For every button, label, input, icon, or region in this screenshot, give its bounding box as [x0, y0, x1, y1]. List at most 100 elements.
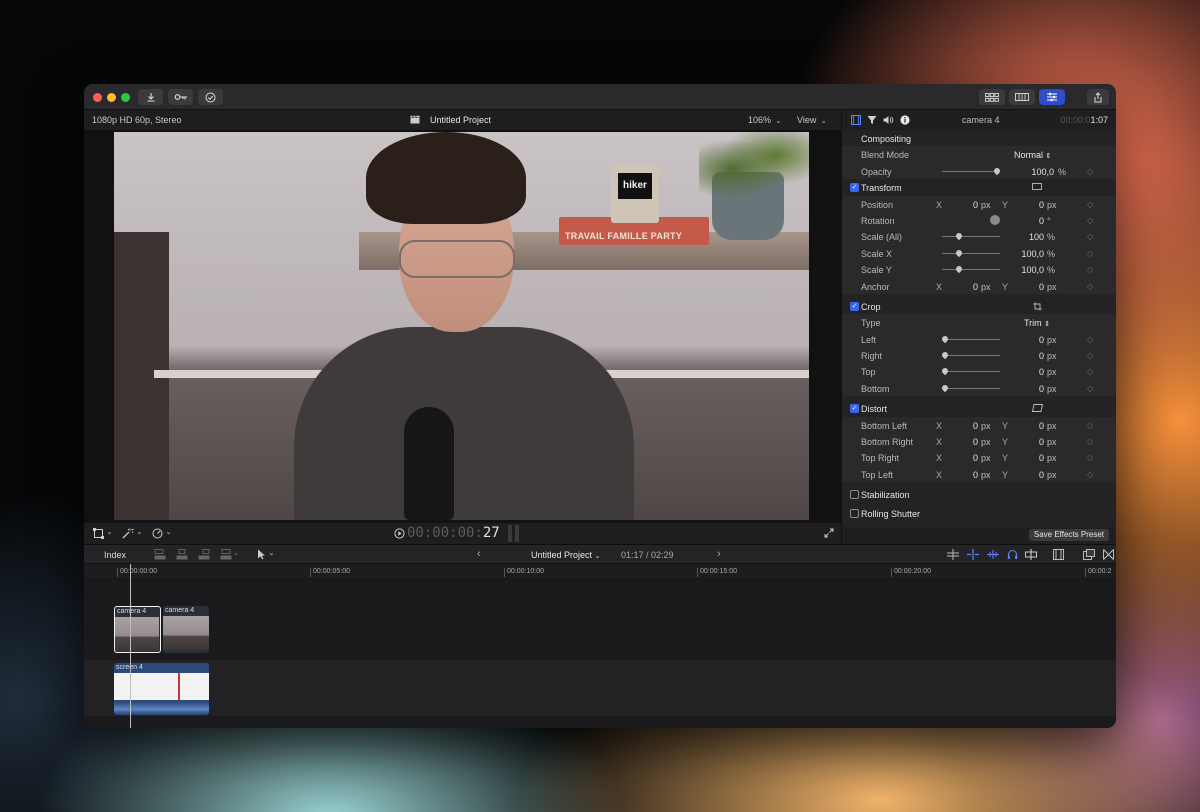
rolling-shutter-checkbox[interactable] [850, 508, 859, 518]
share-icon [1094, 91, 1102, 102]
playhead[interactable] [130, 564, 131, 728]
overwrite-clip-icon[interactable] [220, 549, 232, 560]
stabilization-section[interactable]: Stabilization [842, 486, 1116, 503]
solo-icon[interactable] [987, 549, 999, 560]
rotation-dial[interactable] [990, 214, 1000, 225]
blend-mode-popup[interactable]: Normal ⇕ [1014, 150, 1051, 160]
headphones-icon[interactable] [1007, 549, 1018, 560]
insert-clip-icon[interactable] [176, 549, 188, 560]
enhance-tool-button[interactable]: ⌄ [122, 528, 142, 541]
timeline-ruler[interactable]: 00:00:00:00 00:00:05:00 00:00:10:00 00:0… [84, 564, 1116, 580]
speaker-icon[interactable] [883, 115, 894, 125]
top-right-row: Top Right X 0 px Y 0 px ◇ [842, 449, 1116, 466]
keyframe-diamond-icon[interactable]: ◇ [1087, 453, 1093, 462]
zoom-button[interactable] [121, 93, 130, 102]
crop-type-popup[interactable]: Trim ⇕ [1024, 318, 1050, 328]
chevron-down-icon: ⌄ [775, 118, 782, 125]
transform-tool-button[interactable]: ⌄ [93, 528, 112, 541]
crop-section[interactable]: ✓ Crop [842, 297, 1116, 315]
transform-section[interactable]: ✓ Transform [842, 179, 1116, 196]
view-label: View [797, 115, 817, 125]
save-effects-preset-button[interactable]: Save Effects Preset [1028, 529, 1109, 541]
transform-checkbox[interactable]: ✓ [850, 183, 859, 193]
clip-appearance-icon[interactable] [1053, 549, 1064, 560]
ruler-label: 00:00:2 [1088, 568, 1112, 575]
append-clip-icon[interactable] [198, 549, 210, 560]
keyframe-diamond-icon[interactable]: ◇ [1087, 351, 1093, 360]
keyframe-diamond-icon[interactable]: ◇ [1087, 167, 1093, 176]
compositing-section[interactable]: Compositing [842, 130, 1116, 147]
keyframe-diamond-icon[interactable]: ◇ [1087, 282, 1093, 291]
keyframe-diamond-icon[interactable]: ◇ [1087, 367, 1093, 376]
scale-y-slider[interactable] [942, 264, 1000, 274]
video-inspector-icon[interactable] [851, 115, 861, 125]
stabilization-checkbox[interactable] [850, 490, 859, 500]
skimming-icon[interactable] [947, 549, 959, 560]
project-popup[interactable]: Untitled Project ⌄ [531, 550, 600, 560]
keyframe-diamond-icon[interactable]: ◇ [1087, 200, 1093, 209]
opacity-slider[interactable] [942, 166, 1002, 176]
keyframe-diamond-icon[interactable]: ◇ [1087, 437, 1093, 446]
distort-section[interactable]: ✓ Distort [842, 400, 1116, 417]
minimize-button[interactable] [107, 93, 116, 102]
scale-all-slider[interactable] [942, 232, 1000, 241]
mini-computer: hiker [611, 165, 659, 223]
audio-meter [508, 525, 520, 542]
timeline-clip[interactable]: screen 4 [114, 663, 209, 715]
play-button[interactable] [394, 528, 405, 541]
keyframe-diamond-icon[interactable]: ◇ [1087, 249, 1093, 258]
keyframe-diamond-icon[interactable]: ◇ [1087, 384, 1093, 393]
chevron-down-icon: ⌄ [268, 550, 275, 557]
inspector-duration: 00:00:01:07 [1060, 115, 1108, 125]
retime-tool-button[interactable]: ⌄ [152, 528, 171, 541]
crop-top-slider[interactable] [940, 367, 1000, 376]
keyframe-diamond-icon[interactable]: ◇ [1087, 232, 1093, 241]
timeline-clip[interactable]: camera 4 [114, 606, 161, 653]
import-button[interactable] [138, 89, 163, 105]
timeline-clip[interactable]: camera 4 [163, 606, 209, 653]
transitions-browser-icon[interactable] [1103, 549, 1114, 560]
effects-browser-icon[interactable] [1083, 549, 1095, 560]
fullscreen-button[interactable] [824, 528, 834, 540]
color-filter-icon[interactable] [867, 115, 877, 125]
keyframe-diamond-icon[interactable]: ◇ [1087, 216, 1093, 225]
zoom-dropdown[interactable]: 106% ⌄ [748, 115, 781, 125]
audio-skimming-icon[interactable] [967, 549, 979, 560]
onscreen-control-icon[interactable] [1032, 183, 1042, 191]
select-tool-button[interactable]: ⌄ [257, 549, 274, 562]
keyframe-diamond-icon[interactable]: ◇ [1087, 265, 1093, 274]
keywords-button[interactable] [168, 89, 193, 105]
timeline-toggle-button[interactable] [1009, 89, 1035, 105]
viewer[interactable]: TRAVAIL FAMILLE PARTY hiker [84, 130, 841, 522]
info-icon[interactable] [900, 115, 910, 125]
timeline[interactable]: camera 4 camera 4 screen 4 [84, 564, 1116, 728]
opacity-value[interactable]: 100,0 [1012, 167, 1054, 177]
crop-top-row: Top 0 px ◇ [842, 363, 1116, 380]
close-button[interactable] [93, 93, 102, 102]
rotation-row: Rotation 0 ° ◇ [842, 211, 1116, 229]
keyframe-diamond-icon[interactable]: ◇ [1087, 470, 1093, 479]
ruler-label: 00:00:20:00 [894, 568, 931, 575]
distort-checkbox[interactable]: ✓ [850, 404, 859, 414]
browser-toggle-button[interactable] [979, 89, 1005, 105]
keyframe-diamond-icon[interactable]: ◇ [1087, 421, 1093, 430]
view-dropdown[interactable]: View ⌄ [797, 115, 827, 125]
rolling-shutter-section[interactable]: Rolling Shutter [842, 504, 1116, 521]
crop-right-slider[interactable] [940, 350, 1000, 360]
crop-bottom-slider[interactable] [940, 383, 1000, 393]
history-forward-button[interactable]: › [717, 548, 721, 560]
distort-onscreen-icon[interactable] [1032, 404, 1043, 413]
share-button[interactable] [1087, 89, 1109, 105]
connect-clip-icon[interactable] [154, 549, 166, 560]
background-tasks-button[interactable] [198, 89, 223, 105]
crop-checkbox[interactable]: ✓ [850, 301, 859, 311]
expand-icon [824, 528, 834, 538]
history-back-button[interactable]: ‹ [477, 548, 481, 560]
index-button[interactable]: Index [104, 550, 126, 560]
inspector-toggle-button[interactable] [1039, 89, 1065, 105]
snapping-icon[interactable] [1025, 549, 1037, 560]
crop-left-slider[interactable] [940, 334, 1000, 343]
scale-x-slider[interactable] [942, 248, 1000, 257]
keyframe-diamond-icon[interactable]: ◇ [1087, 335, 1093, 344]
crop-onscreen-icon[interactable] [1033, 302, 1042, 311]
